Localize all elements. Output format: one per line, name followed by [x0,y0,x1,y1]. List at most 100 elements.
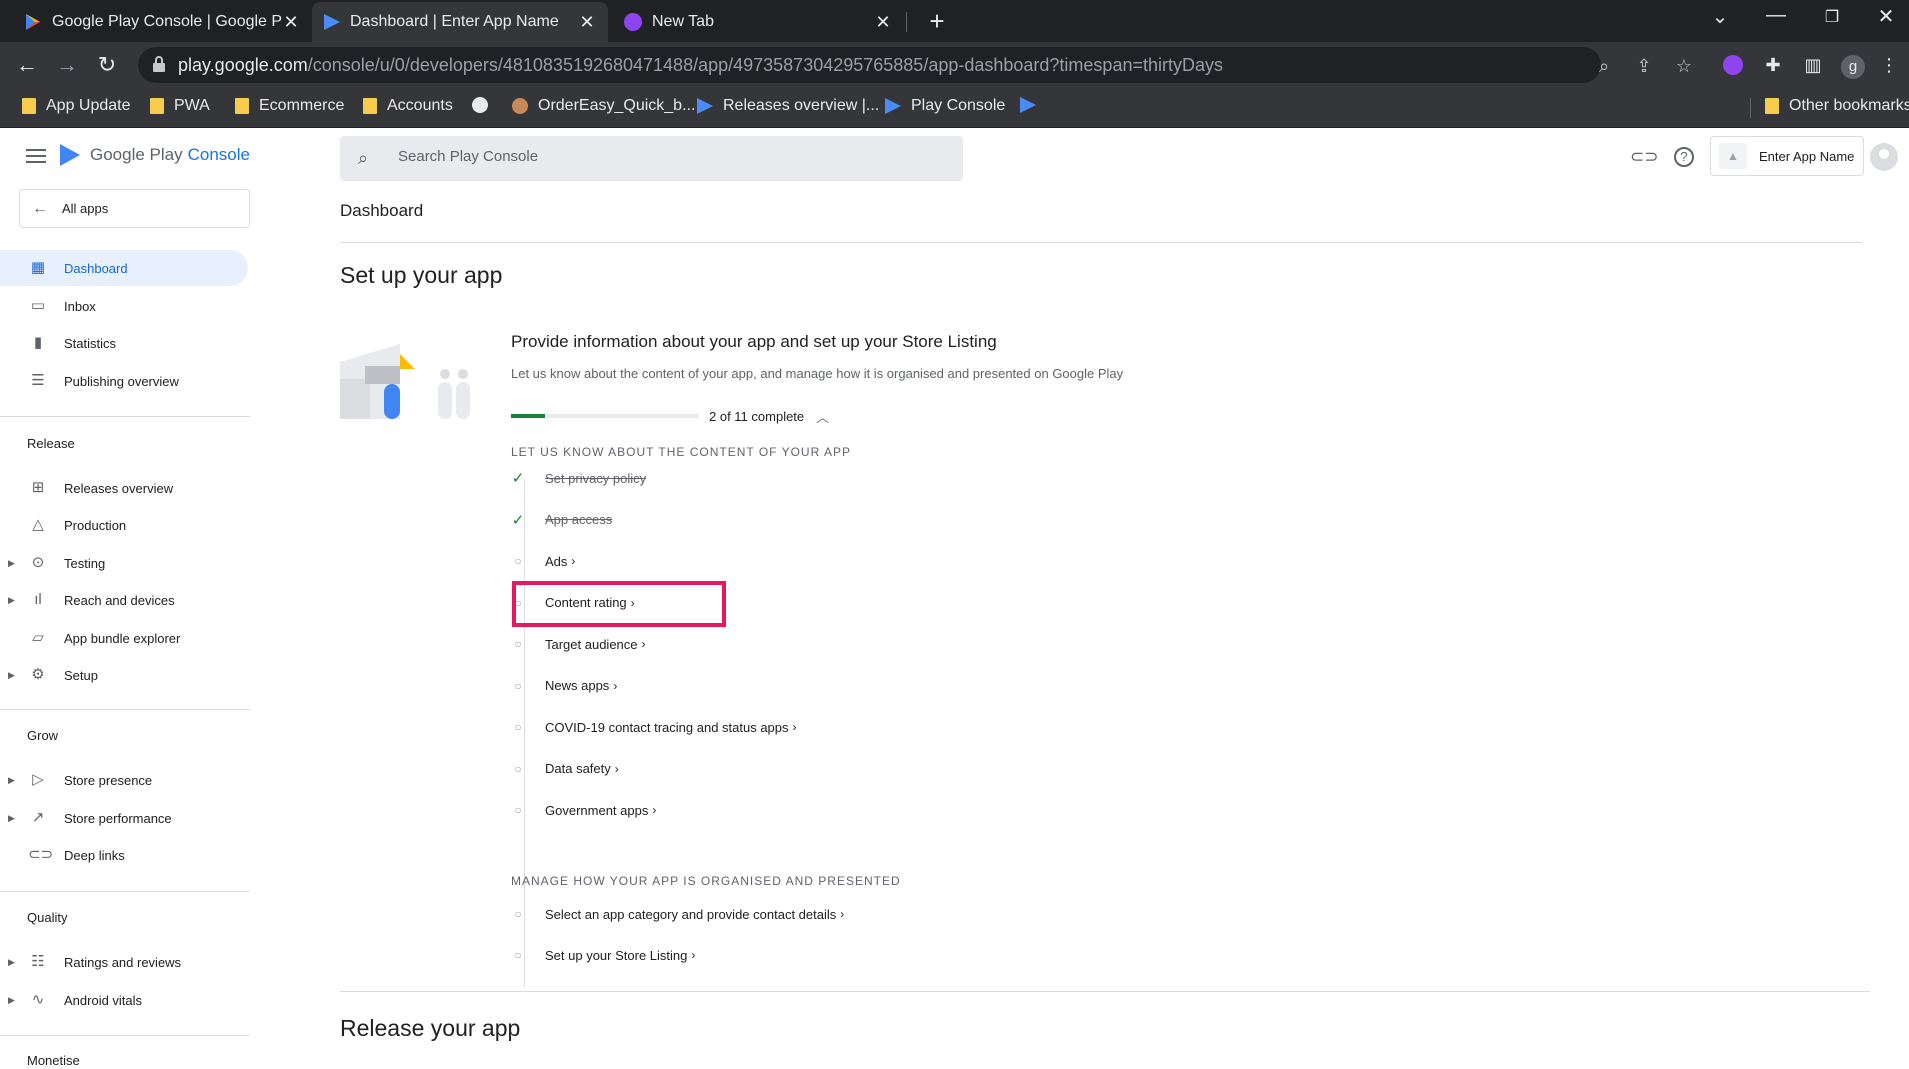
url-text: play.google.com/console/u/0/developers/4… [178,55,1223,76]
bookmark-star-icon[interactable]: ☆ [1671,53,1697,79]
app-selector[interactable]: ▲ Enter App Name [1710,136,1864,176]
bookmarks-bar: App Update PWA Ecommerce Accounts OrderE… [0,88,1909,128]
tab-close-icon[interactable]: ✕ [578,12,596,33]
sidebar-section-quality: Quality [27,910,68,925]
sidebar-item-app-bundle-explorer[interactable]: ▱ App bundle explorer [0,620,248,656]
sidebar-item-store-performance[interactable]: ▶ ↗ Store performance [0,800,248,836]
tab-search-chevron-icon[interactable]: ⌄ [1700,4,1740,29]
sidebar-item-label: Setup [64,667,98,683]
back-arrow-icon[interactable]: ← [12,50,42,80]
sidebar-item-releases-overview[interactable]: ⊞ Releases overview [0,470,248,506]
forward-arrow-icon[interactable]: → [52,50,82,80]
sidebar-divider [0,891,250,892]
bookmark-ecommerce[interactable]: Ecommerce [235,97,344,115]
sidebar-item-setup[interactable]: ▶ ⚙ Setup [0,657,248,693]
help-icon[interactable]: ? [1674,147,1694,167]
tab-close-icon[interactable]: ✕ [874,12,892,33]
step-label: Set up your Store Listing [545,947,688,963]
expand-arrow-icon[interactable]: ▶ [8,558,15,569]
google-play-console-logo[interactable]: Google Play Console [60,144,250,166]
bookmark-play-console-2[interactable] [1020,97,1046,113]
expand-arrow-icon[interactable]: ▶ [8,670,15,681]
sidebar-item-android-vitals[interactable]: ▶ ∿ Android vitals [0,982,248,1018]
sidebar-item-statistics[interactable]: ▮ Statistics [0,325,248,361]
step-item[interactable]: ○ Ads › [511,550,575,572]
expand-arrow-icon[interactable]: ▶ [8,957,15,968]
extension-app-icon[interactable] [1718,50,1748,80]
bookmark-other[interactable]: Other bookmarks [1765,97,1909,115]
step-label: App access [545,512,613,527]
expand-arrow-icon[interactable]: ▶ [8,813,15,824]
browser-tab-dashboard[interactable]: Dashboard | Enter App Name ✕ [312,2,608,42]
link-icon[interactable]: ⊂⊃ [1630,145,1659,169]
step-item[interactable]: ○ Data safety › [511,758,618,780]
step-item[interactable]: ○ Target audience › [511,633,645,655]
gear-icon: ⚙ [31,666,45,683]
bookmark-pwa[interactable]: PWA [150,97,210,115]
circle-icon: ○ [514,948,522,962]
sidebar-item-deep-links[interactable]: ⊂⊃ Deep links [0,837,248,873]
bookmark-accounts[interactable]: Accounts [363,97,453,115]
sidebar-item-publishing-overview[interactable]: ☰ Publishing overview [0,363,248,399]
circle-icon: ○ [514,678,522,693]
bookmark-releases-overview[interactable]: Releases overview |... [697,97,879,115]
step-item[interactable]: ○ Set up your Store Listing › [511,944,695,966]
sidebar-item-inbox[interactable]: ▭ Inbox [0,288,248,324]
side-panel-icon[interactable]: ▥ [1798,50,1828,80]
restore-icon[interactable]: ❐ [1812,7,1852,27]
sidebar-item-label: Production [64,517,127,533]
chevron-right-icon: › [613,678,618,693]
circle-icon: ○ [514,907,522,921]
sidebar-item-dashboard[interactable]: ▦ Dashboard [0,250,248,286]
extensions-puzzle-icon[interactable]: ✚ [1758,50,1788,80]
bookmark-globe[interactable] [472,97,498,113]
sidebar-item-testing[interactable]: ▶ ⊙ Testing [0,545,248,581]
tab-title: New Tab [652,13,714,30]
new-tab-icon [624,13,642,31]
browser-tab-new-tab[interactable]: New Tab ✕ [612,2,904,42]
step-item[interactable]: ✓ Set privacy policy [511,467,646,489]
site-favicon-icon [512,98,528,114]
expand-arrow-icon[interactable]: ▶ [8,775,15,786]
new-tab-plus-icon[interactable]: + [922,6,952,36]
expand-arrow-icon[interactable]: ▶ [8,595,15,606]
share-icon[interactable]: ⇪ [1631,53,1657,79]
step-item[interactable]: ✓ App access [511,509,613,531]
window-close-icon[interactable]: ✕ [1866,4,1906,29]
bookmark-play-console[interactable]: Play Console [885,97,1005,115]
all-apps-button[interactable]: ← All apps [19,189,250,228]
search-bar[interactable]: ⌕ [340,136,963,181]
browser-menu-icon[interactable]: ⋮ [1874,50,1904,80]
account-avatar[interactable] [1870,143,1898,171]
address-bar[interactable]: play.google.com/console/u/0/developers/4… [138,47,1692,83]
sidebar-item-label: App bundle explorer [64,630,181,646]
reload-icon[interactable]: ↻ [92,50,122,80]
menu-icon[interactable] [26,149,46,167]
check-icon: ✓ [511,511,525,529]
sidebar-item-store-presence[interactable]: ▶ ▷ Store presence [0,762,248,798]
browser-tab-play-console[interactable]: Google Play Console | Google Pla ✕ [12,2,312,42]
profile-avatar[interactable]: g [1838,50,1868,80]
chevron-right-icon: › [840,907,845,921]
sidebar-item-label: Store performance [64,810,172,826]
folder-icon [1765,98,1779,114]
profile-initial: g [1841,55,1865,79]
expand-arrow-icon[interactable]: ▶ [8,995,15,1006]
bookmark-app-update[interactable]: App Update [22,97,131,115]
zoom-icon[interactable]: ⌕ [1591,53,1617,79]
progress-toggle[interactable]: 2 of 11 complete ︿ [709,407,829,426]
chevron-right-icon: › [792,720,797,734]
sidebar-item-ratings-and-reviews[interactable]: ▶ ☷ Ratings and reviews [0,944,248,980]
sidebar-item-reach-and-devices[interactable]: ▶ ıl Reach and devices [0,582,248,618]
step-item[interactable]: ○ News apps › [511,675,617,697]
search-input[interactable] [398,148,938,165]
bookmark-ordereasy[interactable]: OrderEasy_Quick_b... [512,97,695,115]
step-item[interactable]: ○ Government apps › [511,799,656,821]
tab-close-icon[interactable]: ✕ [282,12,300,33]
sidebar-item-label: Android vitals [64,992,143,1008]
minimize-icon[interactable]: — [1756,4,1796,27]
step-item[interactable]: ○ Select an app category and provide cont… [511,903,844,925]
bookmark-label: Play Console [911,97,1006,114]
sidebar-item-production[interactable]: △ Production [0,507,248,543]
step-item[interactable]: ○ COVID-19 contact tracing and status app… [511,716,797,738]
